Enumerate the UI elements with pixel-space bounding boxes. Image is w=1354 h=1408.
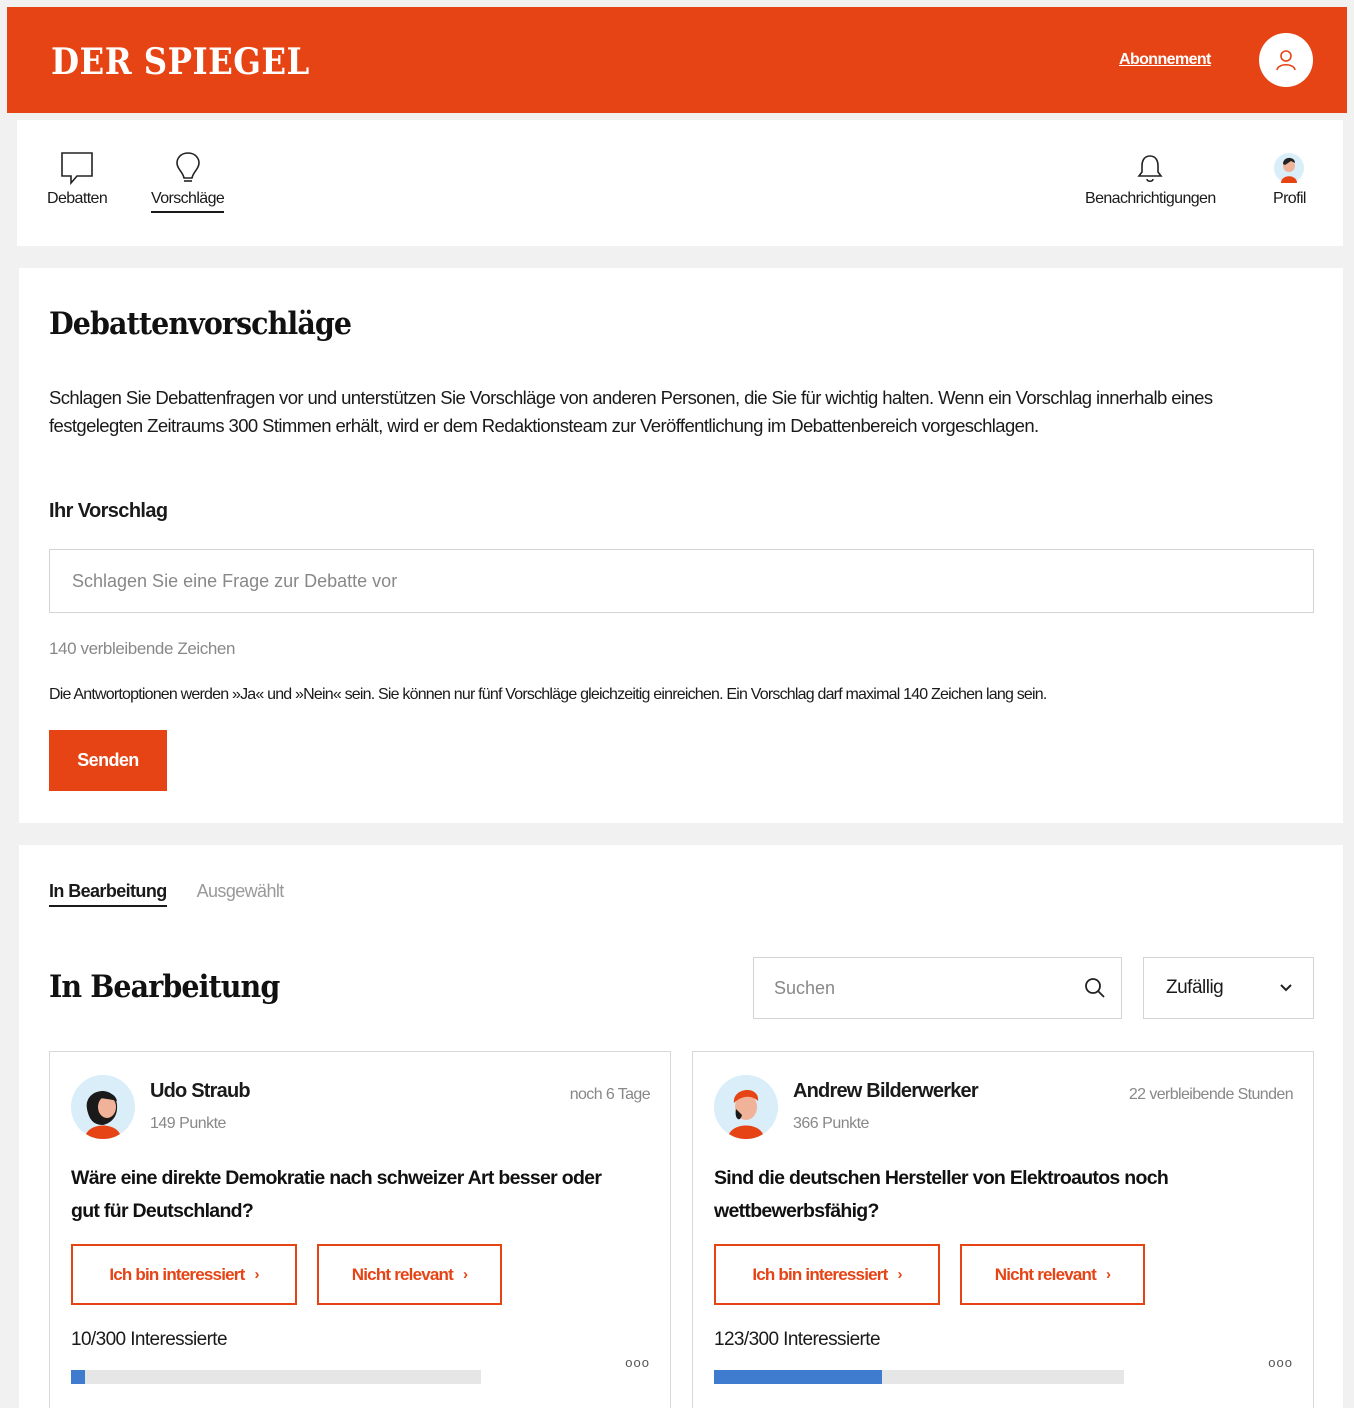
interest-count: 123/300 Interessierte — [714, 1329, 881, 1350]
chevron-down-icon — [1280, 984, 1292, 992]
nav-notifications[interactable]: Benachrichtigungen — [1085, 150, 1216, 208]
nav-profile-label: Profil — [1273, 190, 1306, 207]
suggestion-card: Andrew Bilderwerker 366 Punkte 22 verble… — [692, 1051, 1314, 1408]
rules-note: Die Antwortoptionen werden »Ja« und »Nei… — [49, 686, 1047, 703]
suggestion-input[interactable] — [49, 549, 1314, 613]
nav-notifications-label: Benachrichtigungen — [1085, 190, 1216, 207]
author-points: 149 Punkte — [150, 1115, 226, 1132]
chevron-right-icon: › — [254, 1266, 259, 1283]
logo[interactable]: DER SPIEGEL — [51, 41, 310, 83]
more-icon[interactable]: ooo — [1268, 1355, 1293, 1370]
not-relevant-button[interactable]: Nicht relevant › — [317, 1244, 502, 1305]
not-relevant-label: Nicht relevant — [994, 1264, 1097, 1284]
not-relevant-button[interactable]: Nicht relevant › — [960, 1244, 1145, 1305]
time-remaining: 22 verbleibende Stunden — [1128, 1086, 1294, 1103]
nav-suggestions[interactable]: Vorschläge — [151, 150, 225, 213]
suggestion-question: Wäre eine direkte Demokratie nach schwei… — [71, 1167, 602, 1222]
search-box — [753, 957, 1122, 1019]
user-icon — [1276, 50, 1296, 71]
progress-bar — [71, 1370, 481, 1384]
progress-bar — [714, 1370, 1124, 1384]
author-name[interactable]: Udo Straub — [150, 1080, 251, 1103]
intro-text: Schlagen Sie Debattenfragen vor und unte… — [49, 387, 1213, 436]
avatar — [714, 1075, 778, 1139]
remaining-characters: 140 verbleibende Zeichen — [49, 639, 236, 658]
tab-in-progress[interactable]: In Bearbeitung — [49, 881, 167, 907]
submit-button[interactable]: Senden — [49, 730, 167, 791]
list-title: In Bearbeitung — [49, 969, 280, 1005]
interested-button[interactable]: Ich bin interessiert › — [714, 1244, 940, 1305]
chevron-right-icon: › — [1106, 1266, 1111, 1283]
suggestion-question: Sind die deutschen Hersteller von Elektr… — [714, 1167, 1169, 1222]
more-icon[interactable]: ooo — [625, 1355, 650, 1370]
not-relevant-label: Nicht relevant — [351, 1264, 454, 1284]
interested-button[interactable]: Ich bin interessiert › — [71, 1244, 297, 1305]
chat-bubble-icon — [61, 152, 93, 186]
time-remaining: noch 6 Tage — [569, 1086, 651, 1103]
sort-value: Zufällig — [1166, 977, 1224, 998]
account-button[interactable] — [1259, 33, 1313, 87]
suggestion-list-section: In Bearbeitung Ausgewählt In Bearbeitung… — [19, 845, 1343, 1408]
interested-label: Ich bin interessiert — [752, 1264, 888, 1284]
sort-select[interactable]: Zufällig — [1143, 957, 1314, 1019]
search-icon[interactable] — [1083, 976, 1107, 1000]
sub-navigation: Debatten Vorschläge Benachrichtigungen P… — [17, 120, 1343, 246]
page-title: Debattenvorschläge — [49, 306, 352, 342]
nav-debates-label: Debatten — [47, 190, 108, 207]
avatar — [1274, 153, 1305, 183]
interested-label: Ich bin interessiert — [109, 1264, 245, 1284]
nav-profile[interactable]: Profil — [1273, 150, 1306, 208]
suggestion-card: Udo Straub 149 Punkte noch 6 Tage Wäre e… — [49, 1051, 671, 1408]
lightbulb-icon — [175, 152, 200, 182]
progress-fill — [71, 1370, 85, 1384]
top-header: DER SPIEGEL Abonnement — [7, 7, 1347, 113]
suggestion-field-label: Ihr Vorschlag — [49, 500, 168, 522]
nav-suggestions-label: Vorschläge — [151, 190, 225, 213]
chevron-right-icon: › — [463, 1266, 468, 1283]
nav-debates[interactable]: Debatten — [47, 150, 108, 208]
search-input[interactable] — [774, 977, 1083, 999]
author-name[interactable]: Andrew Bilderwerker — [793, 1080, 979, 1103]
avatar — [71, 1075, 135, 1139]
interest-count: 10/300 Interessierte — [71, 1329, 228, 1350]
author-points: 366 Punkte — [793, 1115, 869, 1132]
progress-fill — [714, 1370, 883, 1384]
tab-selected[interactable]: Ausgewählt — [197, 881, 285, 907]
subscription-link[interactable]: Abonnement — [1119, 51, 1211, 69]
suggestion-form-section: Debattenvorschläge Schlagen Sie Debatten… — [19, 268, 1343, 823]
chevron-right-icon: › — [897, 1266, 902, 1283]
list-tabs: In Bearbeitung Ausgewählt — [49, 881, 284, 907]
bell-icon — [1137, 155, 1163, 183]
